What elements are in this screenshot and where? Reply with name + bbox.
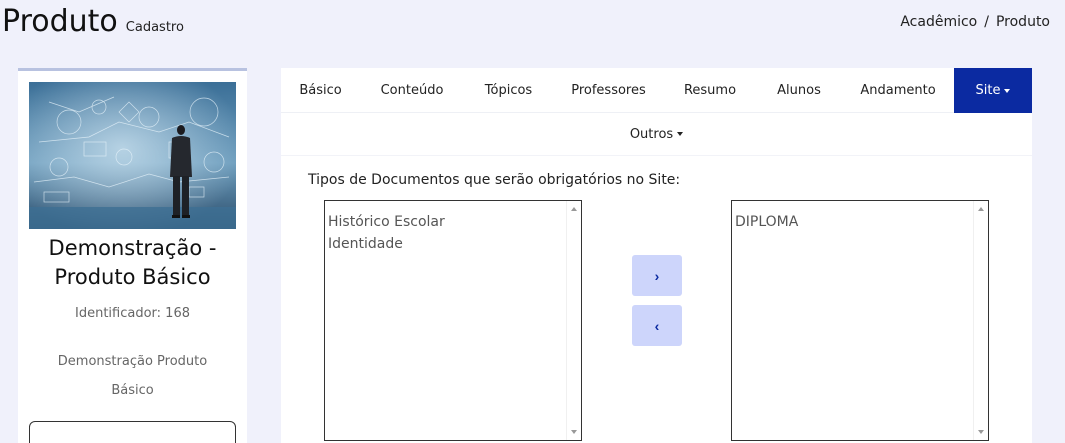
breadcrumb-item-academico[interactable]: Acadêmico — [900, 14, 977, 30]
tab-bar-secondary: Outros — [281, 113, 1032, 156]
chevron-right-icon: › — [654, 267, 660, 284]
scrollbar[interactable] — [566, 201, 581, 440]
selected-documents-list[interactable]: DIPLOMA — [731, 200, 989, 441]
product-image — [29, 82, 236, 229]
page-title: Produto Cadastro — [2, 4, 184, 39]
tab-site-label: Site — [975, 83, 1001, 98]
tab-alunos[interactable]: Alunos — [756, 68, 842, 113]
scroll-up-icon[interactable] — [571, 207, 577, 211]
tab-professores[interactable]: Professores — [553, 68, 664, 113]
tab-outros[interactable]: Outros — [629, 113, 684, 156]
breadcrumb: Acadêmico / Produto — [900, 14, 1050, 30]
scroll-down-icon[interactable] — [571, 430, 577, 434]
tab-basico[interactable]: Básico — [281, 68, 360, 113]
product-identifier: Identificador: 168 — [75, 306, 190, 321]
page-subtitle: Cadastro — [125, 20, 184, 35]
breadcrumb-separator: / — [984, 14, 989, 30]
product-card: Demonstração - Produto Básico Identifica… — [18, 68, 247, 443]
chevron-left-icon: ‹ — [654, 317, 660, 334]
main-panel: Básico Conteúdo Tópicos Professores Resu… — [281, 68, 1032, 443]
side-action-box[interactable] — [29, 421, 236, 443]
chevron-down-icon — [1004, 88, 1011, 93]
scrollbar[interactable] — [973, 201, 988, 440]
scroll-down-icon[interactable] — [978, 430, 984, 434]
product-name: Demonstração - Produto Básico — [48, 236, 217, 289]
documents-label: Tipos de Documentos que serão obrigatóri… — [308, 172, 681, 188]
tab-andamento[interactable]: Andamento — [842, 68, 954, 113]
move-right-button[interactable]: › — [632, 255, 682, 296]
tab-conteudo[interactable]: Conteúdo — [360, 68, 464, 113]
move-left-button[interactable]: ‹ — [632, 305, 682, 346]
list-item[interactable]: Identidade — [328, 233, 578, 255]
tab-resumo[interactable]: Resumo — [664, 68, 756, 113]
tab-outros-label: Outros — [629, 126, 674, 142]
breadcrumb-item-produto: Produto — [995, 14, 1050, 30]
tab-bar: Básico Conteúdo Tópicos Professores Resu… — [281, 68, 1032, 113]
scroll-up-icon[interactable] — [978, 207, 984, 211]
tab-topicos[interactable]: Tópicos — [464, 68, 553, 113]
page-title-text: Produto — [2, 4, 118, 39]
available-documents-list[interactable]: Histórico Escolar Identidade — [324, 200, 582, 441]
list-item[interactable]: DIPLOMA — [735, 211, 985, 233]
product-description: Demonstração Produto Básico — [57, 354, 208, 398]
tab-site[interactable]: Site — [954, 68, 1032, 113]
chevron-down-icon — [677, 132, 684, 136]
list-item[interactable]: Histórico Escolar — [328, 211, 578, 233]
